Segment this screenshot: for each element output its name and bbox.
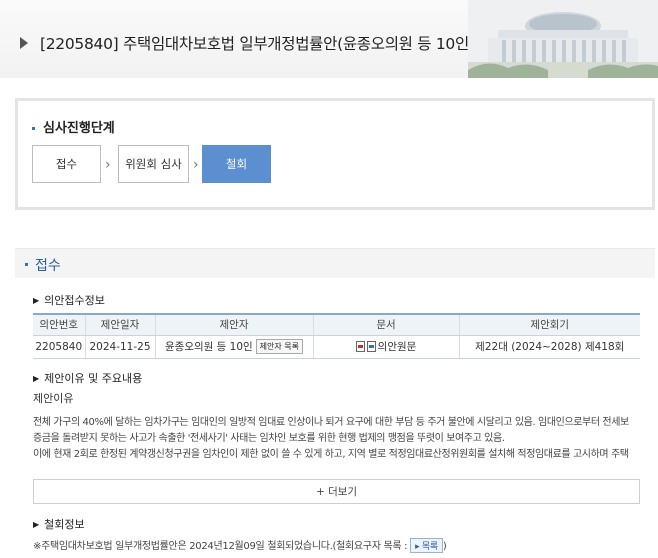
receipt-info-table: 의안번호 제안일자 제안자 문서 제안회기 2205840 2024-11-25… (33, 313, 640, 359)
column-header-session: 제안회기 (458, 313, 640, 336)
cell-document: 의안원문 (312, 335, 459, 359)
bullet-icon (32, 127, 35, 130)
triangle-right-icon: ▶ (33, 520, 40, 529)
cell-session: 제22대 (2024~2028) 제418회 (458, 335, 640, 359)
table-header-row: 의안번호 제안일자 제안자 문서 제안회기 (33, 313, 640, 336)
reason-subheading: 제안이유 (33, 392, 74, 405)
stage-step-received: 접수 (32, 145, 101, 183)
table-row: 2205840 2024-11-25 윤종오의원 등 10인 제안자 목록 의안원… (33, 335, 640, 359)
chevron-right-icon (20, 37, 28, 49)
cell-proposer: 윤종오의원 등 10인 제안자 목록 (154, 335, 313, 359)
column-header-proposer: 제안자 (154, 313, 313, 336)
reason-line-1: 전체 가구의 40%에 달하는 임차가구는 임대인의 일방적 임대료 인상이나 … (33, 417, 629, 428)
bill-original-link[interactable]: 의안원문 (378, 341, 417, 353)
show-more-button[interactable]: + 더보기 (33, 479, 640, 504)
cell-date: 2024-11-25 (84, 335, 155, 359)
review-stage-panel: 심사진행단계 접수 › 위원회 심사 › 철회 (15, 98, 655, 210)
bullet-icon (25, 263, 28, 266)
column-header-date: 제안일자 (84, 313, 155, 336)
withdrawer-list-button[interactable]: ▸ 목록 (410, 538, 443, 553)
withdraw-notice: ※주택임대차보호법 일부개정법률안은 2024년12월09일 철회되었습니다.(… (33, 537, 447, 553)
page-header: [2205840] 주택임대차보호법 일부개정법률안(윤종오의원 등 10인) (0, 0, 658, 78)
triangle-right-icon: ▶ (33, 296, 40, 305)
cell-bill-no: 2205840 (33, 335, 85, 359)
section-header-received: 접수 (15, 248, 655, 278)
pdf-file-icon[interactable] (355, 341, 365, 352)
page-title: [2205840] 주택임대차보호법 일부개정법률안(윤종오의원 등 10인) (40, 35, 475, 53)
column-header-bill-no: 의안번호 (33, 313, 85, 336)
stage-step-committee-review: 위원회 심사 (118, 145, 189, 183)
reason-heading: ▶ 제안이유 및 주요내용 (33, 372, 143, 385)
chevron-right-icon: › (193, 157, 199, 173)
national-assembly-building-icon (468, 0, 658, 78)
stage-step-withdrawn: 철회 (202, 145, 271, 183)
receipt-info-heading: ▶ 의안접수정보 (33, 294, 105, 307)
withdraw-info-heading: ▶ 철회정보 (33, 518, 85, 531)
reason-line-2: 증금을 돌려받지 못하는 사고가 속출한 '전세사기' 사태는 임차인 보호를 … (33, 433, 505, 444)
proposer-list-button[interactable]: 제안자 목록 (255, 339, 303, 354)
chevron-right-icon: › (105, 157, 111, 173)
reason-line-3: 이에 현재 2회로 한정된 계약갱신청구권을 임차인이 제한 없이 쓸 수 있게… (33, 449, 629, 460)
review-stage-heading: 심사진행단계 (32, 117, 115, 136)
hwp-file-icon[interactable] (366, 341, 376, 352)
column-header-document: 문서 (312, 313, 459, 336)
triangle-right-icon: ▶ (33, 374, 40, 383)
